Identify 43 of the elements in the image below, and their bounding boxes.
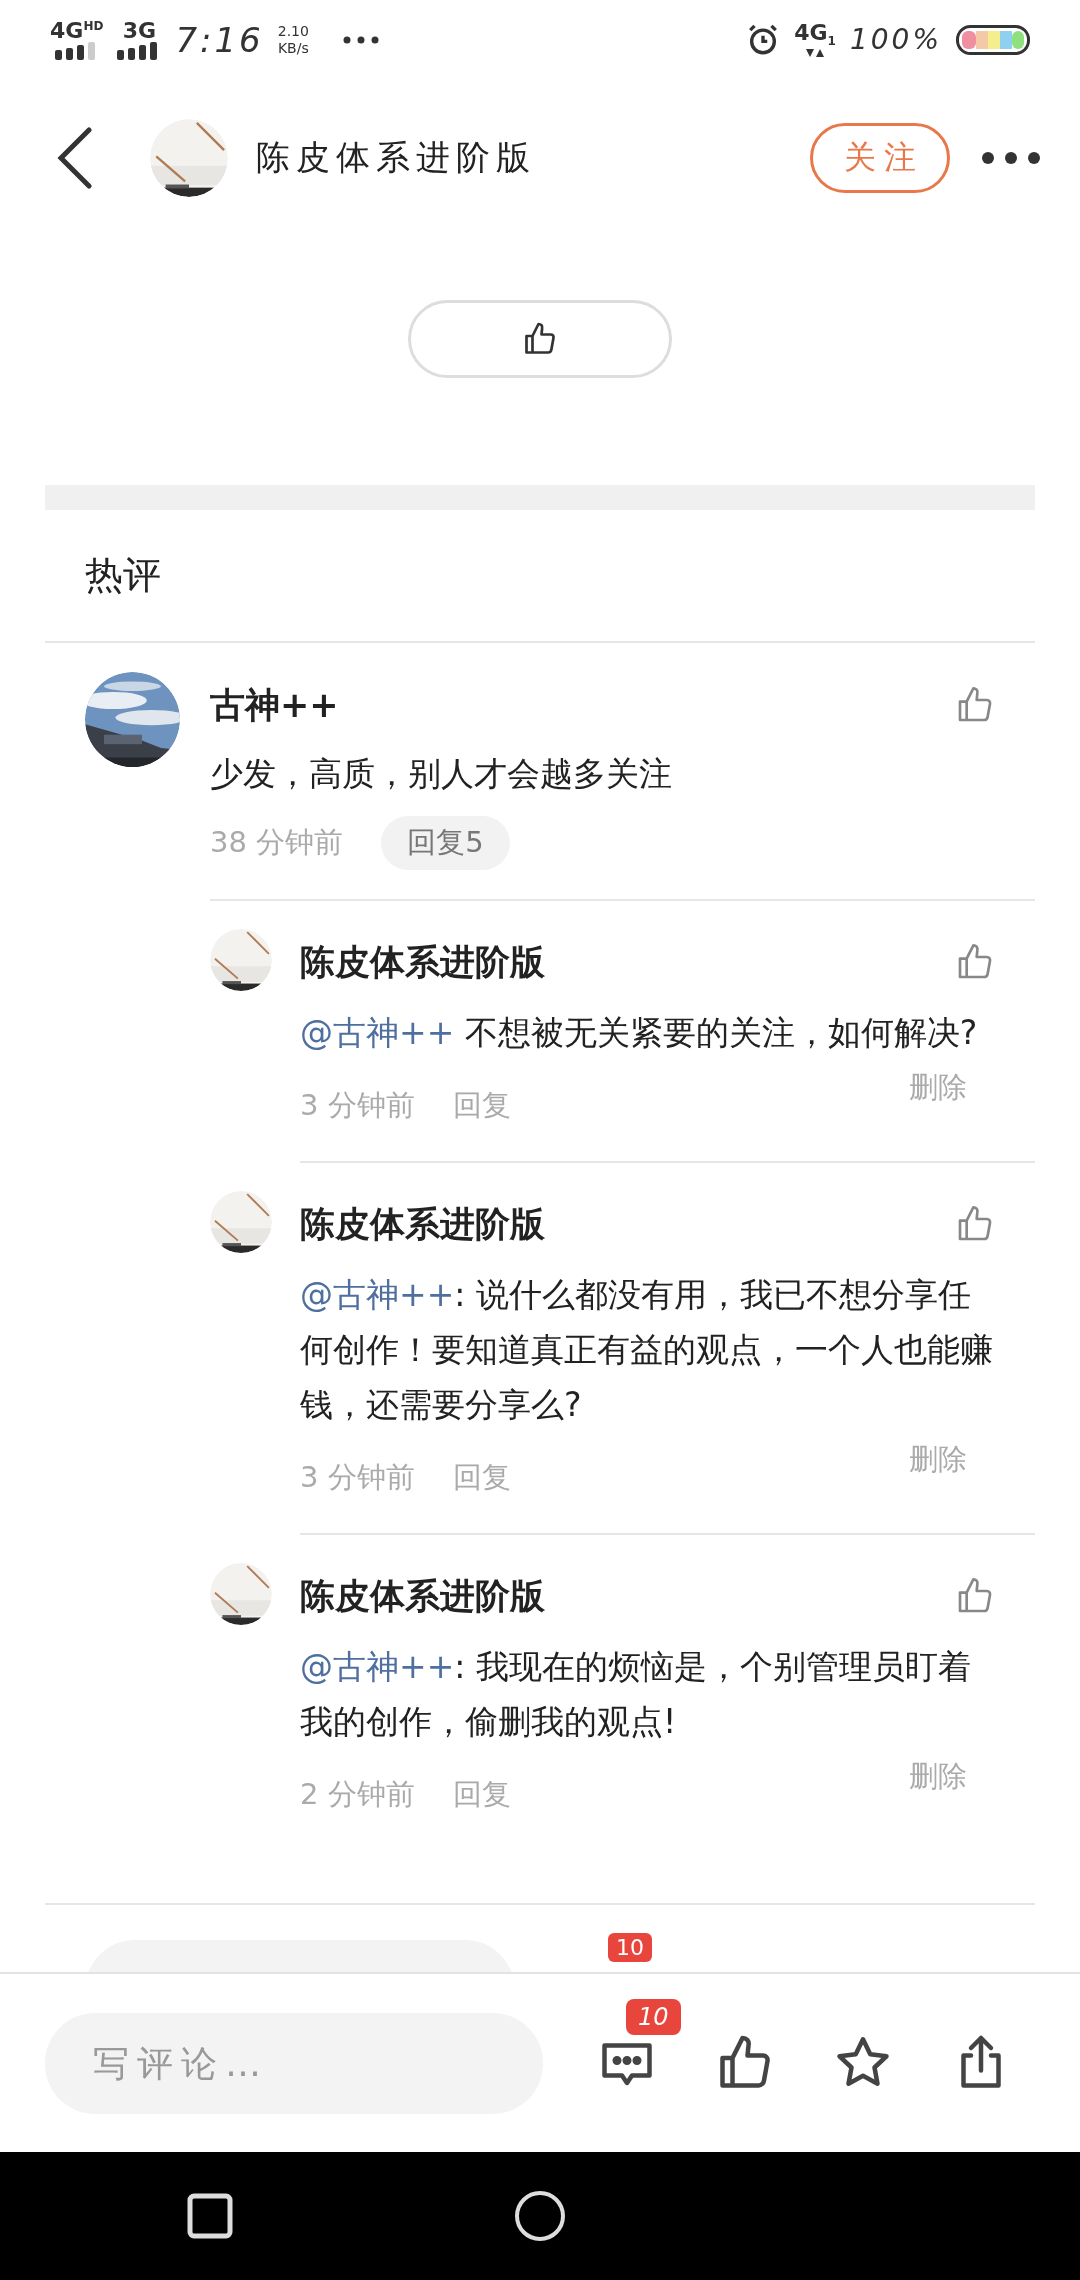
- reply-text: @古神++: 说什么都没有用，我已不想分享任何创作！要知道真正有益的观点，一个人也能赚钱，还需要分享么?: [300, 1274, 994, 1426]
- mention-link[interactable]: @古神++: [300, 1275, 455, 1314]
- comment-input[interactable]: 写评论…: [45, 2012, 543, 2114]
- author-name: 陈皮体系进阶版: [300, 1574, 545, 1618]
- comment-time: 38 分钟前: [210, 824, 344, 861]
- comment-count-badge: 10: [626, 1999, 681, 2035]
- author-name: 陈皮体系进阶版: [300, 1202, 545, 1246]
- more-icon[interactable]: [982, 152, 1040, 164]
- reply-link[interactable]: 回复: [452, 1086, 511, 1126]
- network-label: 4G$_{1}$: [794, 22, 836, 48]
- battery-icon: [956, 25, 1030, 55]
- back-icon[interactable]: [55, 127, 95, 189]
- comment-count-badge: 10: [608, 1933, 652, 1962]
- speed-unit: KB/s: [277, 40, 309, 57]
- clock-time: 7:16: [175, 20, 264, 60]
- battery-percent: 100%: [849, 23, 942, 57]
- reply-time: 2 分钟前: [300, 1776, 415, 1813]
- mention-link[interactable]: @古神++: [300, 1647, 455, 1686]
- section-heading: 热评: [45, 510, 1035, 643]
- comment-text: 少发，高质，别人才会越多关注: [210, 753, 673, 795]
- follow-button[interactable]: 关注: [810, 123, 950, 193]
- more-icon: [342, 36, 379, 44]
- delete-link[interactable]: 删除: [909, 1757, 967, 1797]
- network-label: 4G$^{HD}$: [50, 19, 104, 43]
- replies-button[interactable]: 回复5: [381, 816, 510, 870]
- mention-link[interactable]: @古神++: [300, 1013, 455, 1052]
- network-label: 3G: [122, 20, 157, 42]
- reply-link[interactable]: 回复: [452, 1775, 511, 1815]
- reply-link[interactable]: 回复: [452, 1458, 511, 1498]
- delete-link[interactable]: 删除: [909, 1440, 967, 1480]
- speed-value: 2.10: [277, 23, 309, 40]
- reply-text: @古神++: 我现在的烦恼是，个别管理员盯着我的创作，偷删我的观点!: [300, 1646, 972, 1743]
- home-icon[interactable]: [514, 2190, 566, 2242]
- reply-time: 3 分钟前: [300, 1087, 415, 1124]
- author-name: 古神++: [210, 683, 339, 727]
- reply-text: @古神++ 不想被无关紧要的关注，如何解决?: [300, 1012, 979, 1054]
- author-name: 陈皮体系进阶版: [300, 940, 545, 984]
- data-arrows-icon: [805, 47, 826, 58]
- delete-link[interactable]: 删除: [909, 1068, 967, 1108]
- recents-icon[interactable]: [187, 2193, 233, 2239]
- thumbs-up-icon[interactable]: [522, 321, 558, 357]
- account-name: 陈皮体系进阶版: [256, 136, 537, 179]
- reply-time: 3 分钟前: [300, 1459, 415, 1496]
